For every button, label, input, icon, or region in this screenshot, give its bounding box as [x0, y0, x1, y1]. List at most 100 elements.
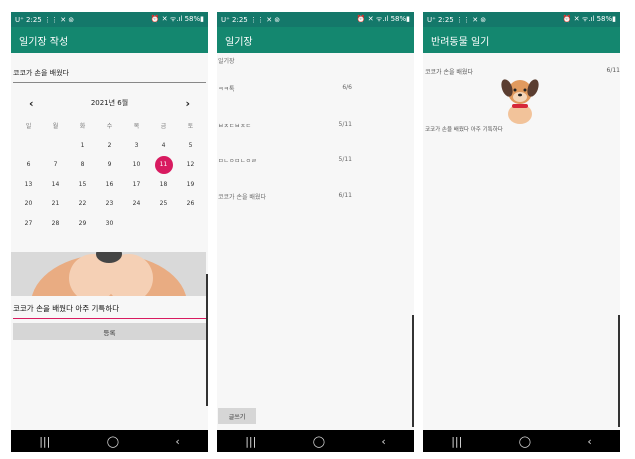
calendar-day[interactable]: 9 [96, 155, 123, 175]
app-bar: 일기장 [217, 27, 414, 53]
calendar-day[interactable]: 19 [177, 175, 204, 195]
calendar-empty-cell [42, 136, 69, 156]
calendar-day[interactable]: 27 [15, 214, 42, 234]
calendar-day[interactable]: 28 [42, 214, 69, 234]
weekday-label: 토 [187, 123, 194, 131]
calendar-day[interactable]: 8 [69, 155, 96, 175]
entry-date: 6/6 [342, 84, 352, 91]
back-icon[interactable]: ‹ [381, 435, 385, 448]
calendar-empty-cell [123, 214, 150, 234]
weekday-label: 월 [52, 123, 59, 131]
entry-title: ㅁㄴㅇㅁㄴㅇㄹ [218, 158, 257, 165]
calendar-day[interactable]: 20 [15, 194, 42, 214]
app-bar-title: 반려동물 일기 [431, 36, 490, 48]
calendar-day[interactable]: 10 [123, 155, 150, 175]
phone-screen-detail: U⁺ 2:25 ⋮⋮ ✕ ⊚ ⏰ ✕ ᯤ.ıl 58%▮ 반려동물 일기 코코가… [423, 12, 620, 452]
calendar-day[interactable]: 29 [69, 214, 96, 234]
title-input[interactable]: 코코가 손을 배웠다 [13, 68, 206, 83]
calendar-day[interactable]: 17 [123, 175, 150, 195]
status-bar: U⁺ 2:25 ⋮⋮ ✕ ⊚ ⏰ ✕ ᯤ.ıl 58%▮ [11, 12, 208, 27]
pet-photo[interactable] [11, 252, 206, 296]
status-bar: U⁺ 2:25 ⋮⋮ ✕ ⊚ ⏰ ✕ ᯤ.ıl 58%▮ [423, 12, 620, 27]
calendar-day[interactable]: 15 [69, 175, 96, 195]
status-left: U⁺ 2:25 ⋮⋮ ✕ ⊚ [427, 15, 487, 24]
status-right: ⏰ ✕ ᯤ.ıl 58%▮ [356, 15, 410, 23]
calendar-day[interactable]: 3 [123, 136, 150, 156]
dog-illustration [501, 79, 539, 124]
next-month-icon[interactable]: › [185, 97, 190, 110]
calendar-day[interactable]: 25 [150, 194, 177, 214]
weekday-label: 금 [160, 123, 167, 131]
calendar-day[interactable]: 4 [150, 136, 177, 156]
calendar-grid: 일 월 화 수 목 금 토 1 2 3 4 5 6 7 8 9 10 11 12 13 14 15 16 17 18 19 20 21… [15, 116, 204, 233]
calendar: ‹ 2021년 6월 › 일 월 화 수 목 금 토 1 2 3 4 5 6 7 8 9 10 11 12 13 14 1… [15, 96, 204, 233]
scrollbar[interactable] [618, 315, 620, 427]
calendar-day[interactable]: 30 [96, 214, 123, 234]
entry-title: ㅂㅈㄷㅂㅈㄷ [218, 123, 252, 130]
entry-title: ㅋㅋ톡 [218, 86, 235, 93]
write-button[interactable]: 글쓰기 [218, 408, 256, 424]
recent-apps-icon[interactable]: ||| [451, 435, 462, 448]
scrollbar[interactable] [412, 315, 414, 427]
phone-screen-write: U⁺ 2:25 ⋮⋮ ✕ ⊚ ⏰ ✕ ᯤ.ıl 58%▮ 일기장 작성 코코가 … [11, 12, 208, 452]
entry-title: 코코가 손을 배웠다 [218, 194, 266, 201]
status-left: U⁺ 2:25 ⋮⋮ ✕ ⊚ [15, 15, 75, 24]
calendar-day[interactable]: 18 [150, 175, 177, 195]
entry-date: 5/11 [338, 121, 352, 128]
calendar-day[interactable]: 5 [177, 136, 204, 156]
calendar-header: ‹ 2021년 6월 › [15, 96, 204, 110]
calendar-day[interactable]: 7 [42, 155, 69, 175]
weekday-label: 수 [106, 123, 113, 131]
status-bar: U⁺ 2:25 ⋮⋮ ✕ ⊚ ⏰ ✕ ᯤ.ıl 58%▮ [217, 12, 414, 27]
calendar-day[interactable]: 16 [96, 175, 123, 195]
calendar-day[interactable]: 14 [42, 175, 69, 195]
weekday-label: 목 [133, 123, 140, 131]
entry-title: 코코가 손을 배웠다 [425, 69, 473, 76]
calendar-month-label: 2021년 6월 [90, 99, 129, 107]
selected-day-label: 11 [154, 155, 173, 174]
content-input[interactable]: 코코가 손을 배웠다 아주 기특하다 [13, 303, 206, 319]
entry-date: 6/11 [606, 67, 620, 74]
status-right: ⏰ ✕ ᯤ.ıl 58%▮ [562, 15, 616, 23]
app-bar: 일기장 작성 [11, 27, 208, 53]
calendar-day[interactable]: 22 [69, 194, 96, 214]
recent-apps-icon[interactable]: ||| [245, 435, 256, 448]
calendar-empty-cell [177, 214, 204, 234]
back-icon[interactable]: ‹ [587, 435, 591, 448]
app-bar: 반려동물 일기 [423, 27, 620, 53]
calendar-day-selected[interactable]: 11 [150, 155, 177, 175]
back-icon[interactable]: ‹ [175, 435, 179, 448]
weekday-label: 화 [79, 123, 86, 131]
calendar-day[interactable]: 23 [96, 194, 123, 214]
calendar-day[interactable]: 1 [69, 136, 96, 156]
calendar-day[interactable]: 13 [15, 175, 42, 195]
home-icon[interactable]: ◯ [519, 435, 531, 448]
calendar-empty-cell [15, 136, 42, 156]
phone-screen-list: U⁺ 2:25 ⋮⋮ ✕ ⊚ ⏰ ✕ ᯤ.ıl 58%▮ 일기장 일기장 ㅋㅋ톡… [217, 12, 414, 452]
home-icon[interactable]: ◯ [313, 435, 325, 448]
nav-bar: ||| ◯ ‹ [11, 430, 208, 452]
calendar-day[interactable]: 26 [177, 194, 204, 214]
calendar-empty-cell [150, 214, 177, 234]
prev-month-icon[interactable]: ‹ [29, 97, 34, 110]
nav-bar: ||| ◯ ‹ [217, 430, 414, 452]
app-bar-title: 일기장 [225, 36, 253, 48]
home-icon[interactable]: ◯ [107, 435, 119, 448]
calendar-day[interactable]: 2 [96, 136, 123, 156]
dog-image [11, 252, 206, 296]
entry-date: 6/11 [338, 192, 352, 199]
calendar-day[interactable]: 21 [42, 194, 69, 214]
entry-body: 코코가 손을 배웠다 아주 기특하다 [425, 127, 503, 133]
calendar-day[interactable]: 12 [177, 155, 204, 175]
register-button[interactable]: 등록 [13, 323, 206, 340]
entry-date: 5/11 [338, 156, 352, 163]
recent-apps-icon[interactable]: ||| [39, 435, 50, 448]
scrollbar[interactable] [206, 274, 208, 406]
calendar-day[interactable]: 6 [15, 155, 42, 175]
nav-bar: ||| ◯ ‹ [423, 430, 620, 452]
app-bar-title: 일기장 작성 [19, 36, 69, 48]
calendar-day[interactable]: 24 [123, 194, 150, 214]
entry-title: 일기장 [218, 58, 235, 65]
weekday-label: 일 [25, 123, 32, 131]
status-right: ⏰ ✕ ᯤ.ıl 58%▮ [150, 15, 204, 23]
